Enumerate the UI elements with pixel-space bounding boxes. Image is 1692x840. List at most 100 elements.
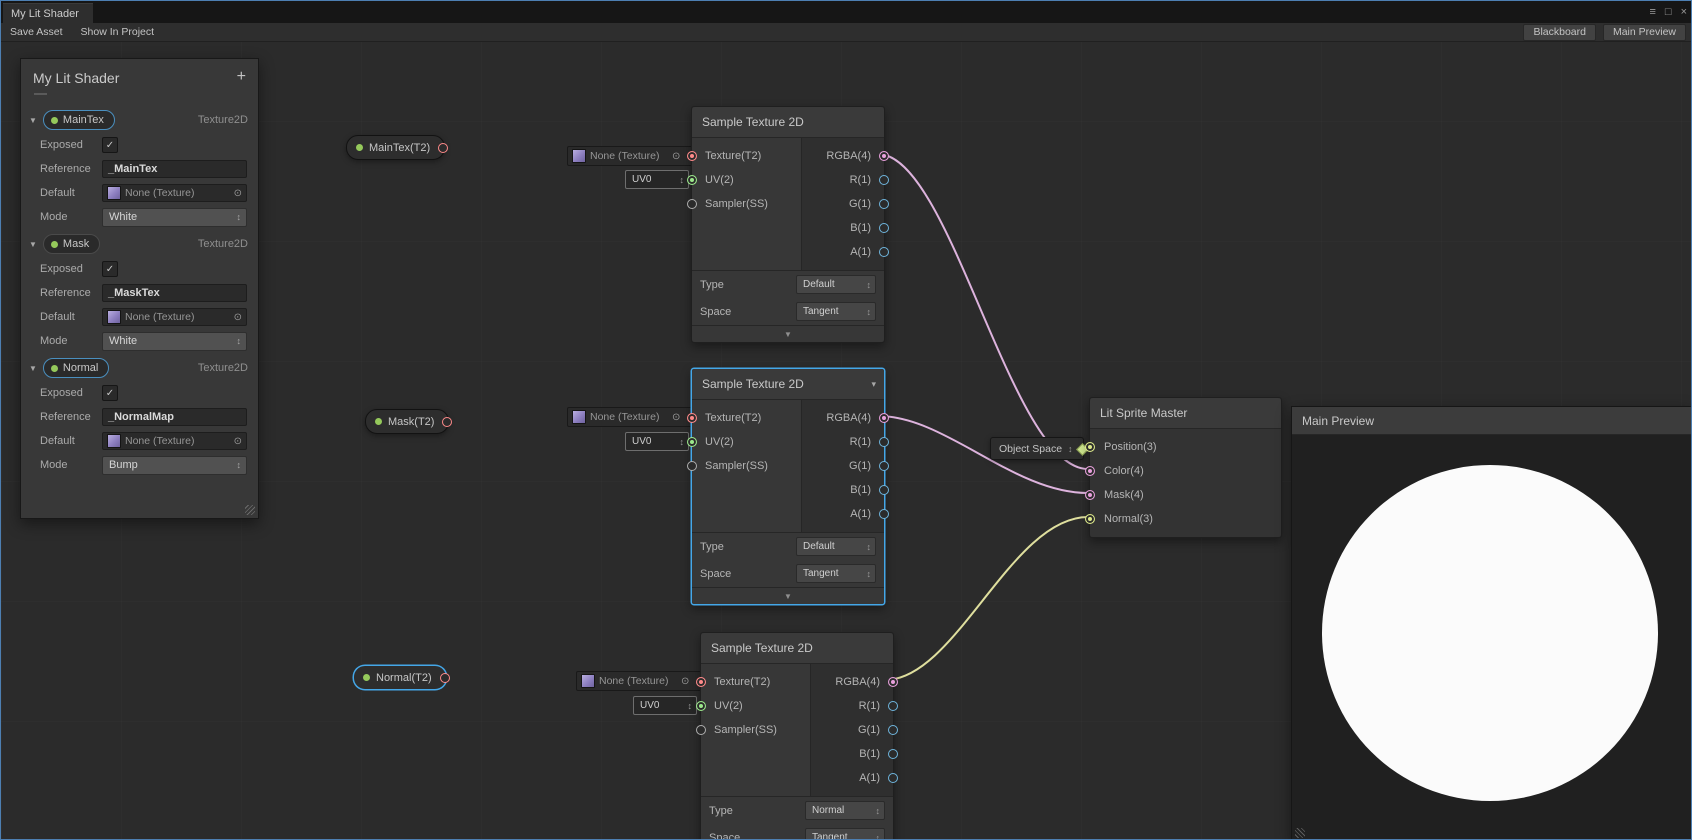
input-port-texture[interactable] <box>687 151 697 161</box>
input-port-color[interactable] <box>1085 466 1095 476</box>
property-pill[interactable]: Mask <box>43 234 100 254</box>
output-port-rgba[interactable] <box>888 677 898 687</box>
uv-channel-dropdown[interactable]: UV0 ↕ <box>625 170 689 189</box>
wire-rgba-to-normal[interactable] <box>885 517 1088 680</box>
object-picker-icon[interactable]: ⊙ <box>234 188 242 199</box>
node-header[interactable]: Sample Texture 2D <box>701 633 893 664</box>
output-port-r[interactable] <box>888 701 898 711</box>
blackboard-header[interactable]: My Lit Shader + <box>21 59 258 107</box>
uv-channel-dropdown[interactable]: UV0 ↕ <box>633 696 697 715</box>
space-dropdown[interactable]: Tangent↕ <box>796 564 876 583</box>
node-header[interactable]: Lit Sprite Master <box>1090 398 1281 429</box>
window-menu-icon[interactable]: ≡ <box>1649 6 1655 18</box>
reference-field[interactable]: _MaskTex <box>102 284 247 302</box>
object-space-node[interactable]: Object Space ↕ <box>990 437 1084 460</box>
output-port-a[interactable] <box>879 247 889 257</box>
texture-output-port[interactable] <box>440 673 450 683</box>
output-port-g[interactable] <box>879 199 889 209</box>
exposed-checkbox[interactable]: ✓ <box>102 261 118 277</box>
input-port-uv[interactable] <box>687 437 697 447</box>
property-pill[interactable]: MainTex <box>43 110 115 130</box>
texture-output-port[interactable] <box>438 143 448 153</box>
main-preview-toggle-button[interactable]: Main Preview <box>1603 24 1686 41</box>
property-node-maintex[interactable]: MainTex(T2) <box>346 135 445 160</box>
input-port-uv[interactable] <box>696 701 706 711</box>
output-port-g[interactable] <box>888 725 898 735</box>
save-asset-button[interactable]: Save Asset <box>1 23 72 41</box>
property-pill[interactable]: Normal <box>43 358 109 378</box>
sample-texture-2d-node-1[interactable]: Sample Texture 2D Texture(T2) UV(2) Samp… <box>691 106 885 343</box>
space-dropdown[interactable]: Tangent↕ <box>805 828 885 840</box>
exposed-checkbox[interactable]: ✓ <box>102 385 118 401</box>
output-port-rgba[interactable] <box>879 413 889 423</box>
foldout-icon[interactable]: ▼ <box>29 116 37 125</box>
texture-object-field[interactable]: None (Texture) ⊙ <box>567 146 699 166</box>
property-node-mask[interactable]: Mask(T2) <box>365 409 449 434</box>
add-property-button[interactable]: + <box>237 68 246 86</box>
reference-field[interactable]: _NormalMap <box>102 408 247 426</box>
default-object-field[interactable]: None (Texture)⊙ <box>102 432 247 450</box>
blackboard-property-maintex: ▼ MainTex Texture2D Exposed✓ Reference_M… <box>21 107 258 229</box>
output-port-b[interactable] <box>879 223 889 233</box>
space-dropdown[interactable]: Tangent↕ <box>796 302 876 321</box>
output-port-rgba[interactable] <box>879 151 889 161</box>
titlebar[interactable]: My Lit Shader ≡ □ × <box>1 1 1691 23</box>
input-port-sampler[interactable] <box>696 725 706 735</box>
texture-object-field[interactable]: None (Texture) ⊙ <box>567 407 699 427</box>
preview-collapse-button[interactable]: ▼ <box>692 325 884 342</box>
lit-sprite-master-node[interactable]: Lit Sprite Master Position(3) Color(4) M… <box>1089 397 1282 538</box>
reference-field[interactable]: _MainTex <box>102 160 247 178</box>
type-dropdown[interactable]: Normal↕ <box>805 801 885 820</box>
output-port-a[interactable] <box>879 509 889 519</box>
node-header[interactable]: Sample Texture 2D ▾ <box>692 369 884 400</box>
exposed-checkbox[interactable]: ✓ <box>102 137 118 153</box>
object-picker-icon[interactable]: ⊙ <box>234 312 242 323</box>
window-maximize-icon[interactable]: □ <box>1665 6 1672 18</box>
object-picker-icon[interactable]: ⊙ <box>672 151 680 162</box>
sample-texture-2d-node-3[interactable]: Sample Texture 2D Texture(T2) UV(2) Samp… <box>700 632 894 840</box>
input-port-position[interactable] <box>1085 442 1095 452</box>
object-picker-icon[interactable]: ⊙ <box>681 676 689 687</box>
header-chevron-icon[interactable]: ▾ <box>871 379 876 390</box>
input-port-normal[interactable] <box>1085 514 1095 524</box>
main-preview-header[interactable]: Main Preview <box>1292 407 1692 435</box>
input-port-uv[interactable] <box>687 175 697 185</box>
blackboard-subtitle-dash <box>34 93 47 95</box>
preview-collapse-button[interactable]: ▼ <box>692 587 884 604</box>
object-picker-icon[interactable]: ⊙ <box>234 436 242 447</box>
show-in-project-button[interactable]: Show In Project <box>72 23 164 41</box>
output-port-r[interactable] <box>879 175 889 185</box>
object-picker-icon[interactable]: ⊙ <box>672 412 680 423</box>
mode-dropdown[interactable]: White↕ <box>102 208 247 227</box>
graph-canvas[interactable]: MainTex(T2) Mask(T2) Normal(T2) None (Te… <box>1 1 1691 839</box>
uv-channel-dropdown[interactable]: UV0 ↕ <box>625 432 689 451</box>
input-port-sampler[interactable] <box>687 461 697 471</box>
output-port-g[interactable] <box>879 461 889 471</box>
output-port-a[interactable] <box>888 773 898 783</box>
default-object-field[interactable]: None (Texture)⊙ <box>102 308 247 326</box>
input-port-mask[interactable] <box>1085 490 1095 500</box>
foldout-icon[interactable]: ▼ <box>29 240 37 249</box>
foldout-icon[interactable]: ▼ <box>29 364 37 373</box>
type-dropdown[interactable]: Default↕ <box>796 275 876 294</box>
output-port-b[interactable] <box>879 485 889 495</box>
node-header[interactable]: Sample Texture 2D <box>692 107 884 138</box>
type-dropdown[interactable]: Default↕ <box>796 537 876 556</box>
texture-output-port[interactable] <box>442 417 452 427</box>
input-port-texture[interactable] <box>696 677 706 687</box>
sample-texture-2d-node-2[interactable]: Sample Texture 2D ▾ Texture(T2) UV(2) Sa… <box>691 368 885 605</box>
input-port-texture[interactable] <box>687 413 697 423</box>
texture-object-field[interactable]: None (Texture) ⊙ <box>576 671 708 691</box>
window-tab[interactable]: My Lit Shader <box>3 3 93 24</box>
output-port-b[interactable] <box>888 749 898 759</box>
mode-dropdown[interactable]: Bump↕ <box>102 456 247 475</box>
mode-dropdown[interactable]: White↕ <box>102 332 247 351</box>
blackboard-toggle-button[interactable]: Blackboard <box>1523 24 1596 41</box>
window-close-icon[interactable]: × <box>1681 6 1687 18</box>
property-node-normal[interactable]: Normal(T2) <box>353 665 447 690</box>
input-port-sampler[interactable] <box>687 199 697 209</box>
preview-resize-handle[interactable] <box>1295 828 1305 838</box>
output-port-r[interactable] <box>879 437 889 447</box>
blackboard-resize-handle[interactable] <box>245 505 255 515</box>
default-object-field[interactable]: None (Texture)⊙ <box>102 184 247 202</box>
